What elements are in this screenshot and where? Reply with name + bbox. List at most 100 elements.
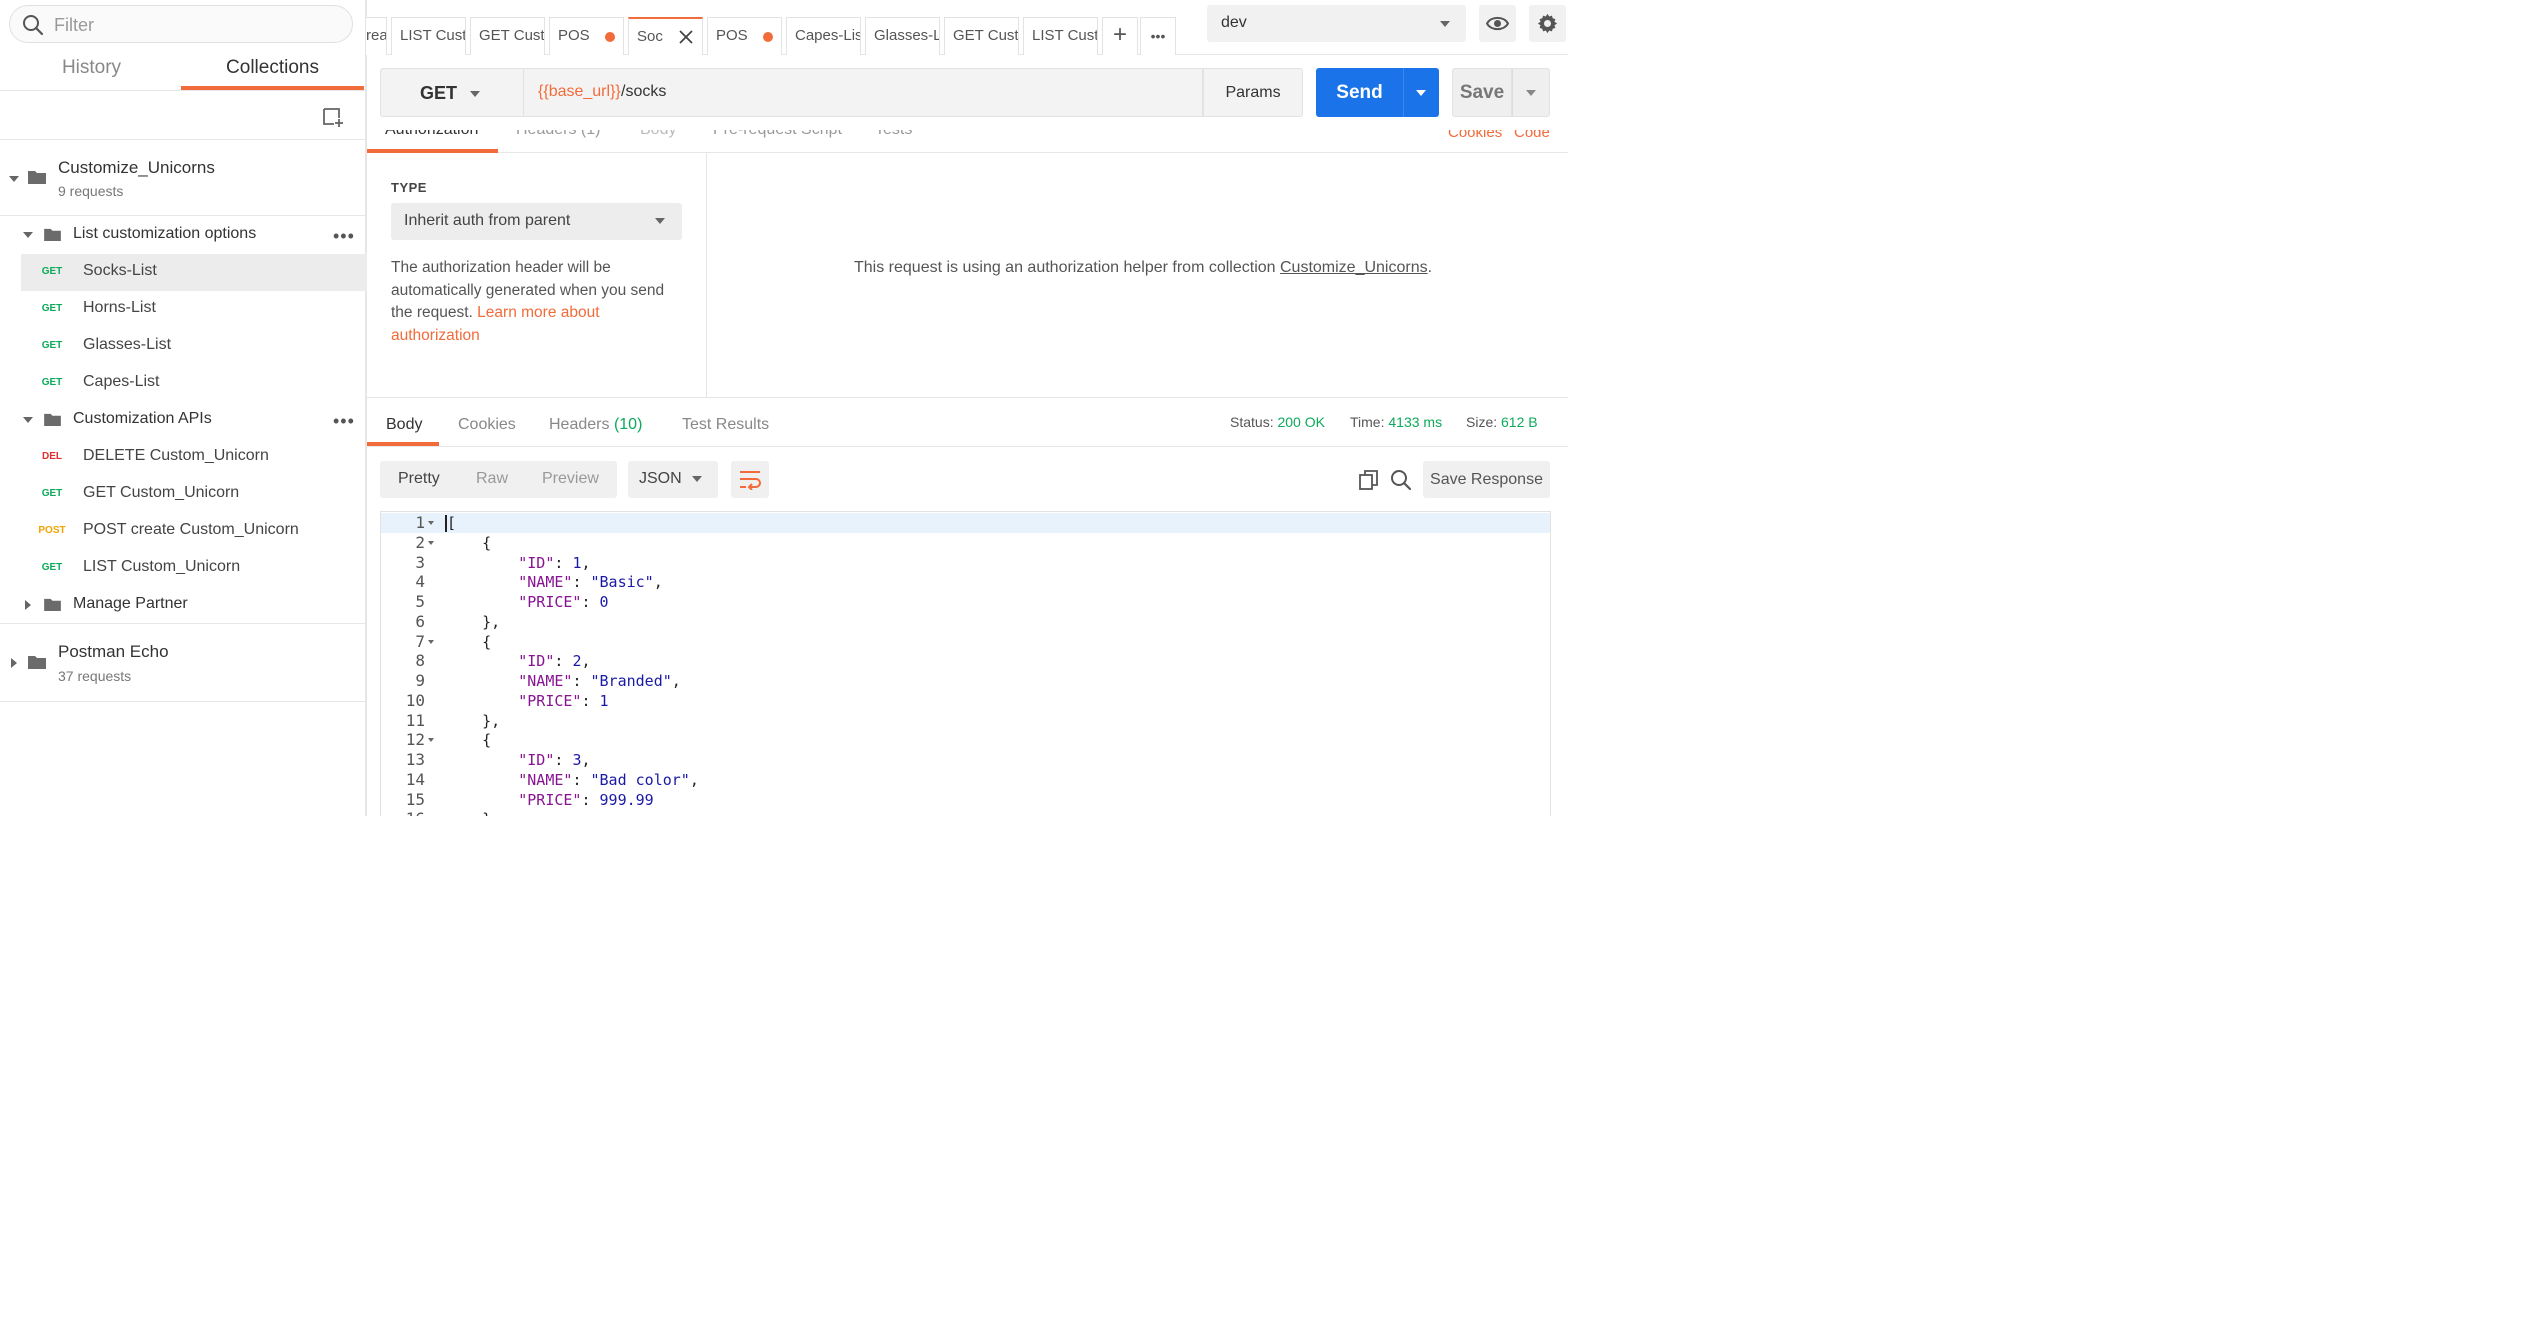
filter-box[interactable] [9,5,353,43]
close-icon[interactable] [678,29,694,45]
folder-manage-partner[interactable]: Manage Partner [0,587,367,624]
request-tab[interactable]: rea [365,17,387,55]
request-tab[interactable]: LIST Custo [1023,17,1098,55]
chevron-down-icon[interactable] [8,173,20,185]
request-item-post-create-custom-unicorn[interactable]: POST POST create Custom_Unicorn [21,513,367,550]
request-tab[interactable]: GET Custo [944,17,1019,55]
tab-collections[interactable]: Collections [181,48,364,90]
more-icon[interactable]: ••• [333,411,355,432]
auth-type-select[interactable]: Inherit auth from parent [391,203,682,240]
method-select[interactable]: GET [380,68,523,117]
folder-list-customization-options[interactable]: List customization options ••• [0,217,367,254]
request-tab[interactable]: LIST Custo [391,17,466,55]
save-response-button[interactable]: Save Response [1423,461,1550,498]
format-raw[interactable]: Raw [476,470,508,488]
wrap-lines-button[interactable] [731,461,769,498]
helper-collection-link[interactable]: Customize_Unicorns [1280,259,1428,276]
auth-helper-message: This request is using an authorization h… [854,259,1432,277]
code-text: "NAME": "Branded", [518,672,681,690]
collection-count: 9 requests [58,183,124,199]
request-name: GET Custom_Unicorn [83,484,240,501]
folder-customization-apis[interactable]: Customization APIs ••• [0,402,367,439]
request-tab[interactable]: Capes-List [786,17,861,55]
eye-icon [1486,16,1509,31]
request-name: Glasses-List [83,336,172,353]
request-item-horns-list[interactable]: GET Horns-List [21,291,367,328]
request-tab[interactable]: POS [549,17,624,55]
request-item-socks-list[interactable]: GET Socks-List [21,254,367,291]
request-tab[interactable]: Glasses-Li [865,17,940,55]
new-collection-icon[interactable] [321,105,345,129]
filter-input[interactable] [54,12,334,38]
wrap-lines-icon [740,471,761,490]
request-tab[interactable]: GET Custo [470,17,545,55]
collection-postman-echo[interactable]: Postman Echo 37 requests [0,625,367,702]
method-badge: GET [41,377,63,388]
settings-button[interactable] [1529,5,1566,42]
method-badge: GET [41,488,63,499]
params-button[interactable]: Params [1203,68,1303,117]
chevron-down-icon[interactable] [22,414,34,426]
status-value: 200 OK [1277,414,1325,430]
url-input[interactable]: {{base_url}} /socks [523,68,1203,117]
send-options-button[interactable] [1403,68,1439,117]
tab-test-results[interactable]: Test Results [682,416,769,434]
sidebar: History Collections Customize_Unicorns 9… [0,0,367,816]
format-pretty[interactable]: Pretty [398,470,440,488]
folder-icon [28,171,46,184]
tab-response-cookies[interactable]: Cookies [458,416,516,434]
tab-response-headers[interactable]: Headers (10) [549,416,642,434]
chevron-down-icon [1526,90,1536,96]
environment-select[interactable]: dev [1207,5,1466,42]
language-select[interactable]: JSON [628,461,718,498]
request-tab[interactable]: POS [707,17,782,55]
request-item-get-custom-unicorn[interactable]: GET GET Custom_Unicorn [21,476,367,513]
fold-caret-icon[interactable] [428,738,434,743]
code-line: 12 { [381,730,1550,750]
request-item-delete-custom-unicorn[interactable]: DEL DELETE Custom_Unicorn [21,439,367,476]
size-readout: Size: 612 B [1466,414,1538,430]
time-readout: Time: 4133 ms [1350,414,1442,430]
folder-name: Manage Partner [73,595,188,612]
save-options-button[interactable] [1512,68,1550,117]
more-icon[interactable]: ••• [333,226,355,247]
copy-icon[interactable] [1358,469,1380,491]
add-tab-button[interactable]: + [1102,17,1138,55]
fold-caret-icon[interactable] [428,540,434,545]
tab-response-body[interactable]: Body [386,416,422,434]
line-number: 13 [405,750,425,769]
request-item-glasses-list[interactable]: GET Glasses-List [21,328,367,365]
request-tab-active[interactable]: Soc [628,17,703,55]
chevron-down-icon[interactable] [22,229,34,241]
json-punct: { [446,731,492,750]
language-value: JSON [639,470,682,487]
response-body-editor[interactable]: 1[2 {3 "ID": 1, 4 "NAME": "Basic", 5 "PRIC… [380,511,1551,816]
environment-quick-look-button[interactable] [1479,5,1516,42]
method-value: GET [420,83,458,103]
request-item-capes-list[interactable]: GET Capes-List [21,365,367,402]
url-variable: {{base_url}} [538,83,621,100]
collection-customize-unicorns[interactable]: Customize_Unicorns 9 requests [0,140,367,216]
code-text: { [446,730,491,750]
chevron-right-icon[interactable] [8,657,20,669]
format-toggle: Pretty Raw Preview [380,461,617,498]
tab-more-button[interactable]: ••• [1140,17,1176,55]
url-bar-overlap [367,117,1568,130]
request-item-list-custom-unicorn[interactable]: GET LIST Custom_Unicorn [21,550,367,587]
tab-history[interactable]: History [0,48,183,90]
auth-type-panel: TYPE Inherit auth from parent The author… [367,153,707,397]
save-button[interactable]: Save [1452,68,1512,117]
search-icon[interactable] [1390,469,1412,491]
fold-caret-icon[interactable] [428,639,434,644]
fold-caret-icon[interactable] [428,521,434,525]
send-button[interactable]: Send [1316,68,1403,117]
request-name: LIST Custom_Unicorn [83,558,241,575]
code-text: }, [446,809,500,816]
collection-name: Postman Echo [58,642,169,661]
chevron-right-icon[interactable] [22,599,34,611]
search-icon [23,15,44,36]
format-preview[interactable]: Preview [542,470,599,488]
json-key: "NAME" [518,672,573,690]
json-key: "ID" [518,553,555,572]
code-line: 13 "ID": 3, [381,750,1550,770]
